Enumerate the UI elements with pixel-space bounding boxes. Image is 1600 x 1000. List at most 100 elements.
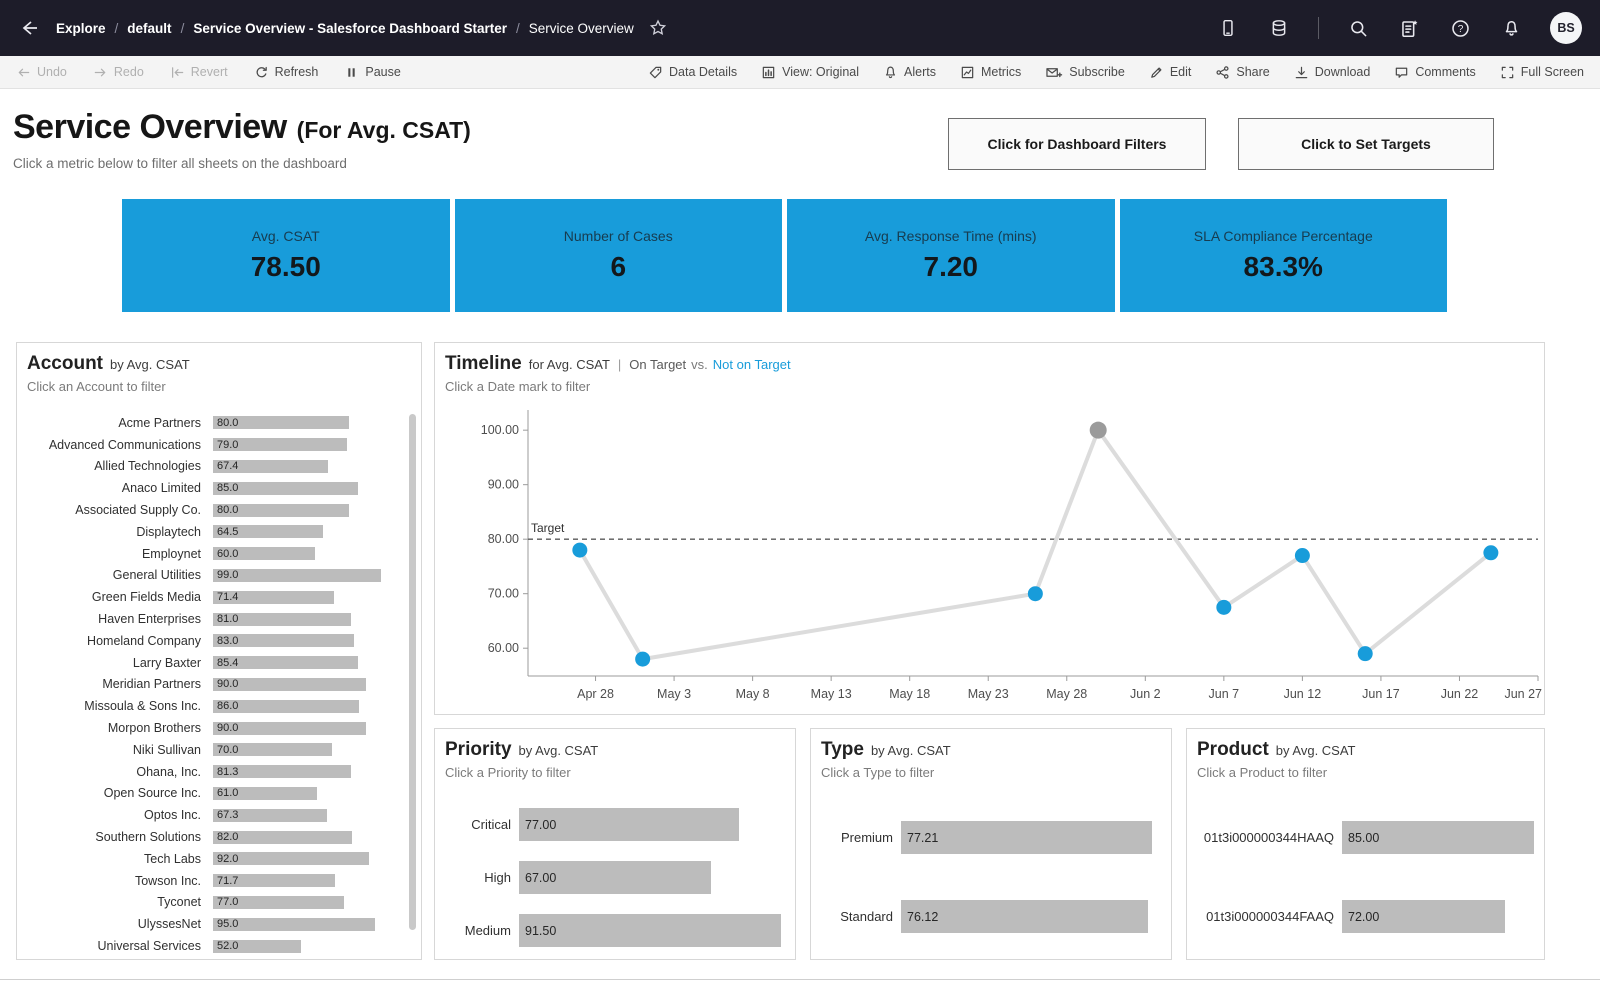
bar[interactable]: 77.00 [519, 808, 740, 841]
data-source-icon[interactable] [1267, 16, 1291, 40]
kpi-card-avg-response-time[interactable]: Avg. Response Time (mins) 7.20 [787, 199, 1115, 312]
product-row[interactable]: 01t3i000000344FAAQ 72.00 [1197, 877, 1534, 956]
timeline-point-on-target[interactable] [1089, 421, 1107, 439]
download-button[interactable]: Download [1294, 65, 1370, 80]
account-row[interactable]: Haven Enterprises 81.0 [27, 608, 411, 630]
timeline-point-not-on-target[interactable] [635, 651, 651, 667]
bar[interactable]: 90.0 [213, 721, 366, 735]
account-row[interactable]: Southern Solutions 82.0 [27, 826, 411, 848]
bar[interactable]: 61.0 [213, 786, 317, 800]
full-screen-button[interactable]: Full Screen [1500, 65, 1584, 80]
user-avatar[interactable]: BS [1550, 12, 1582, 44]
subscribe-button[interactable]: Subscribe [1045, 65, 1125, 80]
product-row[interactable]: 01t3i000000344HAAQ 85.00 [1197, 798, 1534, 877]
search-icon[interactable] [1346, 16, 1370, 40]
priority-row[interactable]: Medium 91.50 [445, 904, 785, 957]
share-button[interactable]: Share [1215, 65, 1270, 80]
legend-not-on-target[interactable]: Not on Target [713, 357, 791, 372]
type-row[interactable]: Standard 76.12 [821, 877, 1161, 956]
help-icon[interactable]: ? [1448, 16, 1472, 40]
timeline-point-not-on-target[interactable] [1027, 586, 1043, 602]
bar[interactable]: 72.00 [1342, 900, 1505, 933]
bar[interactable]: 85.00 [1342, 821, 1534, 854]
release-notes-icon[interactable] [1397, 16, 1421, 40]
favorite-star-icon[interactable] [646, 16, 670, 40]
bar[interactable]: 80.0 [213, 503, 349, 517]
bar[interactable]: 77.21 [901, 821, 1152, 854]
account-row[interactable]: Tyconet 77.0 [27, 892, 411, 914]
account-row[interactable]: Homeland Company 83.0 [27, 630, 411, 652]
account-row[interactable]: Ohana, Inc. 81.3 [27, 761, 411, 783]
priority-row[interactable]: High 67.00 [445, 851, 785, 904]
back-arrow-icon[interactable] [18, 16, 42, 40]
account-row[interactable]: Associated Supply Co. 80.0 [27, 499, 411, 521]
edit-button[interactable]: Edit [1149, 65, 1191, 80]
account-row[interactable]: Morpon Brothers 90.0 [27, 717, 411, 739]
bar[interactable]: 85.0 [213, 481, 358, 495]
metrics-button[interactable]: Metrics [960, 65, 1021, 80]
bar[interactable]: 83.0 [213, 634, 355, 648]
bar[interactable]: 71.4 [213, 590, 335, 604]
bar[interactable]: 99.0 [213, 568, 382, 582]
bar[interactable]: 81.3 [213, 765, 352, 779]
timeline-point-not-on-target[interactable] [1357, 646, 1373, 662]
account-row[interactable]: Displaytech 64.5 [27, 521, 411, 543]
bar[interactable]: 67.00 [519, 861, 711, 894]
account-row[interactable]: Advanced Communications 79.0 [27, 434, 411, 456]
account-row[interactable]: Anaco Limited 85.0 [27, 477, 411, 499]
bar[interactable]: 85.4 [213, 656, 359, 670]
account-row[interactable]: Acme Partners 80.0 [27, 412, 411, 434]
bar[interactable]: 52.0 [213, 939, 302, 953]
account-row[interactable]: UlyssesNet 95.0 [27, 913, 411, 935]
account-row[interactable]: Employnet 60.0 [27, 543, 411, 565]
undo-button[interactable]: Undo [16, 65, 67, 80]
account-row[interactable]: Larry Baxter 85.4 [27, 652, 411, 674]
bar[interactable]: 82.0 [213, 830, 353, 844]
account-row[interactable]: Allied Technologies 67.4 [27, 456, 411, 478]
account-row[interactable]: Open Source Inc. 61.0 [27, 783, 411, 805]
bar[interactable]: 77.0 [213, 895, 344, 909]
revert-button[interactable]: Revert [170, 65, 228, 80]
notifications-icon[interactable] [1499, 16, 1523, 40]
dashboard-filters-button[interactable]: Click for Dashboard Filters [948, 118, 1206, 170]
comments-button[interactable]: Comments [1394, 65, 1476, 80]
bar[interactable]: 64.5 [213, 525, 323, 539]
timeline-point-not-on-target[interactable] [1216, 599, 1232, 615]
timeline-point-not-on-target[interactable] [1483, 545, 1499, 561]
account-row[interactable]: Towson Inc. 71.7 [27, 870, 411, 892]
mobile-icon[interactable] [1216, 16, 1240, 40]
account-row[interactable]: Missoula & Sons Inc. 86.0 [27, 695, 411, 717]
account-row[interactable]: Optos Inc. 67.3 [27, 804, 411, 826]
bar[interactable]: 95.0 [213, 917, 375, 931]
account-scrollbar-thumb[interactable] [409, 414, 416, 930]
bar[interactable]: 91.50 [519, 914, 781, 947]
account-row[interactable]: Meridian Partners 90.0 [27, 674, 411, 696]
refresh-button[interactable]: Refresh [254, 65, 318, 80]
timeline-point-not-on-target[interactable] [1294, 548, 1310, 564]
bar[interactable]: 90.0 [213, 677, 366, 691]
account-row[interactable]: Tech Labs 92.0 [27, 848, 411, 870]
bar[interactable]: 79.0 [213, 438, 348, 452]
account-row[interactable]: Niki Sullivan 70.0 [27, 739, 411, 761]
account-row[interactable]: Green Fields Media 71.4 [27, 586, 411, 608]
set-targets-button[interactable]: Click to Set Targets [1238, 118, 1494, 170]
view-original-button[interactable]: View: Original [761, 65, 859, 80]
breadcrumb-explore[interactable]: Explore [56, 21, 106, 36]
bar[interactable]: 81.0 [213, 612, 351, 626]
account-row[interactable]: Universal Services 52.0 [27, 935, 411, 957]
account-row[interactable]: General Utilities 99.0 [27, 565, 411, 587]
breadcrumb-workbook[interactable]: Service Overview - Salesforce Dashboard … [193, 21, 507, 36]
type-row[interactable]: Premium 77.21 [821, 798, 1161, 877]
bar[interactable]: 67.4 [213, 459, 328, 473]
data-details-button[interactable]: Data Details [648, 65, 737, 80]
alerts-button[interactable]: Alerts [883, 65, 936, 80]
timeline-point-not-on-target[interactable] [572, 542, 588, 558]
breadcrumb-project[interactable]: default [127, 21, 171, 36]
bar[interactable]: 92.0 [213, 852, 370, 866]
kpi-card-number-of-cases[interactable]: Number of Cases 6 [454, 199, 782, 312]
bar[interactable]: 70.0 [213, 743, 332, 757]
priority-row[interactable]: Critical 77.00 [445, 798, 785, 851]
bar[interactable]: 76.12 [901, 900, 1149, 933]
bar[interactable]: 67.3 [213, 808, 328, 822]
bar[interactable]: 86.0 [213, 699, 360, 713]
